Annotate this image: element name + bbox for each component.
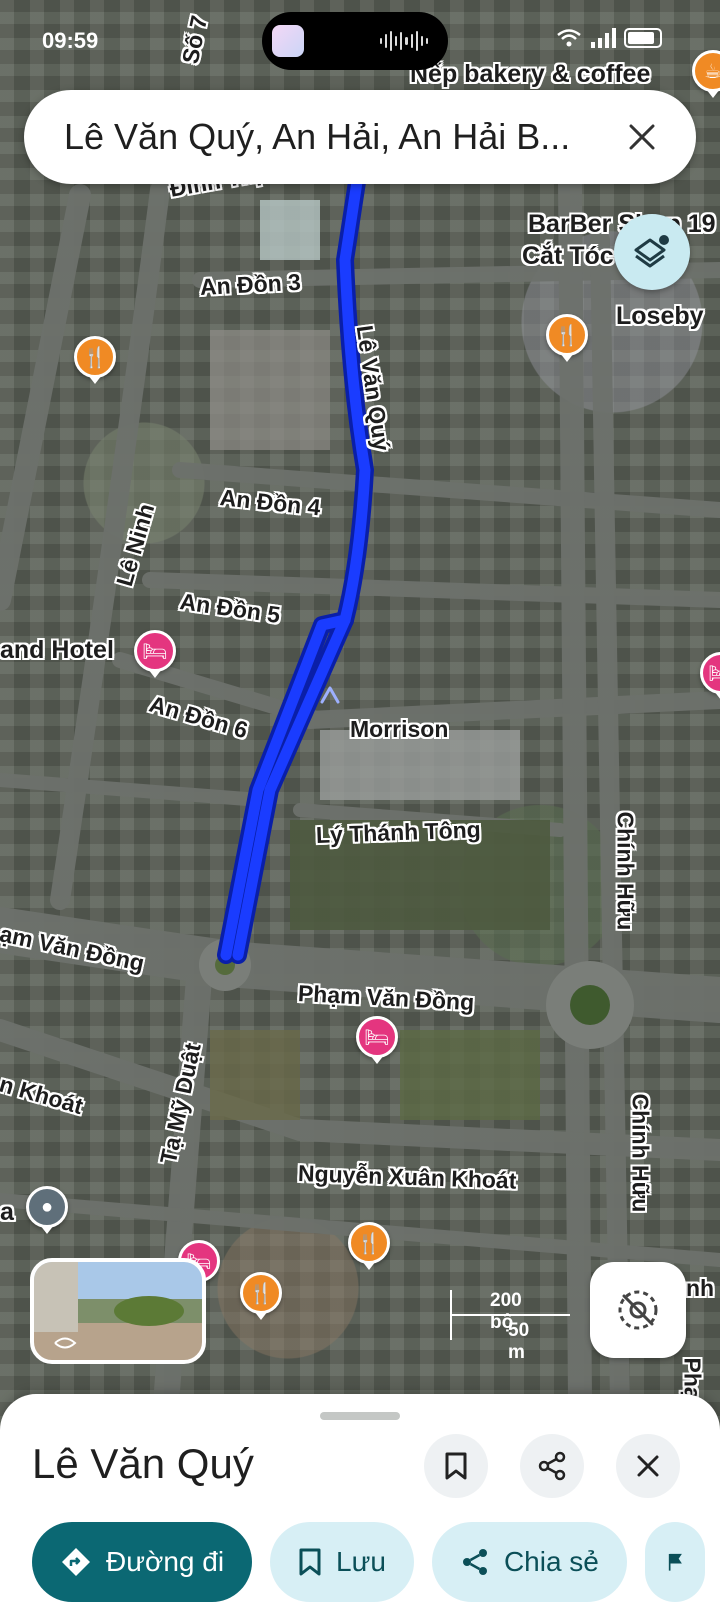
battery-icon — [624, 28, 662, 48]
street-view-image — [34, 1262, 78, 1332]
close-sheet-button[interactable] — [616, 1434, 680, 1498]
share-icon — [538, 1451, 566, 1481]
directions-label: Đường đi — [106, 1546, 225, 1577]
street-view-tree — [114, 1296, 184, 1326]
hotel-pin[interactable]: 🛏 — [356, 1016, 398, 1058]
street-label: An Đồn 3 — [199, 268, 302, 300]
restaurant-pin[interactable]: 🍴 — [240, 1272, 282, 1314]
save-icon-button[interactable] — [424, 1434, 488, 1498]
street-label: Morrison — [350, 716, 449, 742]
bed-icon: 🛏 — [708, 661, 720, 686]
wifi-icon — [557, 29, 581, 47]
directions-icon — [62, 1548, 90, 1576]
street-label: Chính Hữu — [612, 811, 639, 931]
flag-icon — [668, 1553, 682, 1571]
signal-icon — [591, 28, 616, 48]
search-query[interactable]: Lê Văn Quý, An Hải, An Hải B... — [64, 116, 618, 158]
action-chips: Đường đi Lưu Chia sẻ — [32, 1522, 705, 1602]
save-button[interactable]: Lưu — [270, 1522, 414, 1602]
bed-icon: 🛏 — [364, 1026, 390, 1049]
fork-knife-icon: 🍴 — [554, 324, 580, 347]
restaurant-pin[interactable]: 🍴 — [546, 314, 588, 356]
search-bar[interactable]: Lê Văn Quý, An Hải, An Hải B... — [24, 90, 696, 184]
bookmark-icon — [299, 1548, 321, 1576]
dot-icon: ● — [40, 1195, 54, 1218]
status-time: 09:59 — [42, 28, 99, 53]
my-location-button[interactable] — [590, 1262, 686, 1358]
layers-button[interactable] — [614, 214, 690, 290]
street-view-thumbnail[interactable] — [30, 1258, 206, 1364]
fork-knife-icon: 🍴 — [82, 346, 108, 369]
location-off-icon — [618, 1290, 658, 1330]
close-icon — [629, 124, 655, 150]
hotel-pin[interactable]: 🛏 — [134, 630, 176, 672]
satellite-map[interactable]: Đinh Thị Hòa An Đồn 3 An Đồn 4 An Đồn 5 … — [0, 0, 720, 1610]
restaurant-pin[interactable]: 🍴 — [74, 336, 116, 378]
street-label: nh — [686, 1275, 715, 1301]
poi-label-loseby[interactable]: Loseby — [616, 302, 704, 331]
place-bottom-sheet[interactable]: Lê Văn Quý Đường đi Lưu Chia sẻ — [0, 1394, 720, 1610]
share-label: Chia sẻ — [503, 1546, 599, 1577]
audio-wave-icon — [380, 30, 428, 52]
status-icons — [556, 28, 662, 48]
clear-search-button[interactable] — [618, 113, 666, 161]
share-icon-button[interactable] — [520, 1434, 584, 1498]
rotate-360-icon — [54, 1337, 77, 1349]
close-icon — [637, 1455, 659, 1477]
fork-knife-icon: 🍴 — [248, 1282, 274, 1305]
location-pin[interactable]: ● — [26, 1186, 68, 1228]
scale-metric: 50 m — [508, 1320, 530, 1363]
fork-knife-icon: 🍴 — [356, 1232, 382, 1255]
share-button[interactable]: Chia sẻ — [431, 1522, 627, 1602]
place-title: Lê Văn Quý — [32, 1440, 254, 1487]
poi-label-left: a — [0, 1198, 14, 1226]
layers-icon — [634, 235, 669, 268]
save-label: Lưu — [336, 1546, 386, 1577]
dynamic-island — [262, 12, 448, 70]
restaurant-pin[interactable]: 🍴 — [348, 1222, 390, 1264]
app-icon — [272, 25, 304, 57]
directions-button[interactable]: Đường đi — [32, 1522, 253, 1602]
bookmark-icon — [445, 1452, 467, 1480]
street-label: Chính Hữu — [627, 1093, 654, 1213]
poi-label-bakery[interactable]: Nếp bakery & coffee — [410, 60, 650, 89]
poi-label-hotel[interactable]: and Hotel — [0, 636, 114, 665]
street-label: Lý Thánh Tông — [315, 816, 482, 848]
bed-icon: 🛏 — [142, 640, 168, 663]
share-icon — [462, 1549, 487, 1575]
more-actions-chip[interactable] — [644, 1522, 705, 1602]
drag-handle[interactable] — [320, 1412, 400, 1420]
cup-icon: ☕ — [704, 60, 720, 83]
